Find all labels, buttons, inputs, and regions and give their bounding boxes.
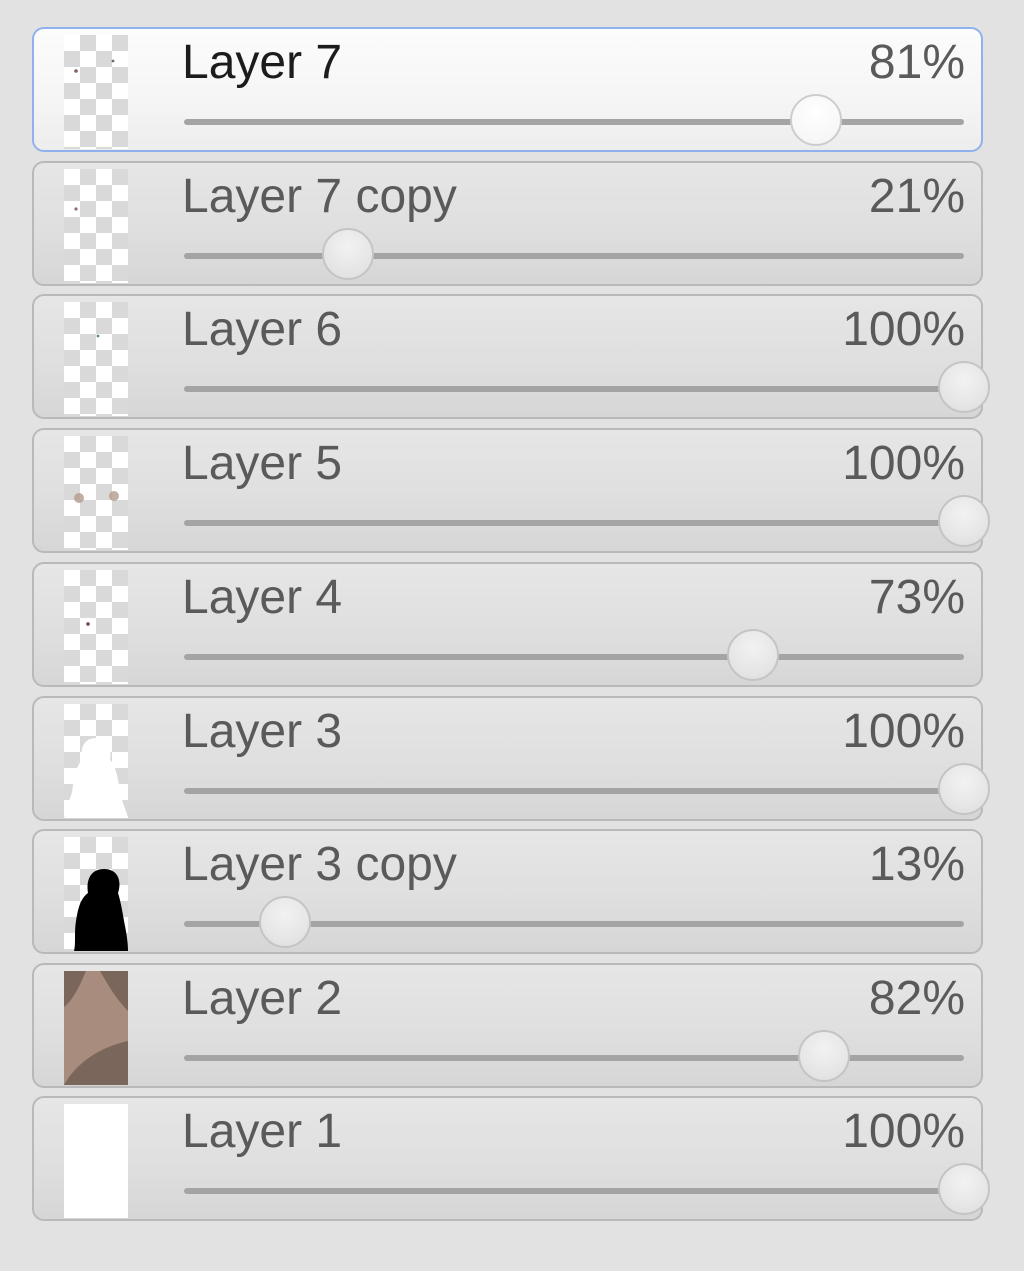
layer-name: Layer 7 (182, 36, 343, 89)
slider-track[interactable] (184, 520, 964, 526)
slider-thumb[interactable] (259, 896, 311, 948)
layer-name: Layer 3 copy (182, 838, 457, 891)
opacity-slider[interactable] (184, 763, 990, 815)
layer-row-layer-2[interactable]: Layer 2 82% (32, 963, 983, 1088)
layer-row-layer-3[interactable]: Layer 3 100% (32, 696, 990, 821)
layer-name: Layer 4 (182, 571, 343, 624)
slider-thumb[interactable] (938, 361, 990, 413)
slider-thumb[interactable] (938, 1163, 990, 1215)
opacity-value: 100% (842, 303, 965, 356)
layer-row-layer-7[interactable]: Layer 7 81% (32, 27, 983, 152)
opacity-value: 81% (868, 36, 965, 89)
slider-thumb[interactable] (790, 94, 842, 146)
layer-row-layer-7-copy[interactable]: Layer 7 copy 21% (32, 161, 983, 286)
layer-thumbnail (64, 837, 128, 951)
opacity-value: 13% (868, 838, 965, 891)
layer-thumbnail (64, 1104, 128, 1218)
layer-thumbnail (64, 35, 128, 149)
opacity-slider[interactable] (184, 629, 964, 681)
layer-thumbnail (64, 704, 128, 818)
slider-track[interactable] (184, 253, 964, 259)
layer-thumbnail (64, 169, 128, 283)
layer-thumbnail (64, 436, 128, 550)
opacity-value: 21% (868, 170, 965, 223)
layer-row-layer-1[interactable]: Layer 1 100% (32, 1096, 990, 1221)
opacity-value: 82% (868, 972, 965, 1025)
layer-row-layer-4[interactable]: Layer 4 73% (32, 562, 983, 687)
slider-thumb[interactable] (322, 228, 374, 280)
layer-row-layer-5[interactable]: Layer 5 100% (32, 428, 990, 553)
layer-thumbnail (64, 570, 128, 684)
slider-thumb[interactable] (938, 763, 990, 815)
layer-name: Layer 5 (182, 437, 343, 490)
opacity-slider[interactable] (184, 94, 964, 146)
slider-thumb[interactable] (938, 495, 990, 547)
slider-track[interactable] (184, 386, 964, 392)
layer-name: Layer 6 (182, 303, 343, 356)
slider-track[interactable] (184, 1188, 964, 1194)
layer-thumbnail (64, 302, 128, 416)
layer-thumbnail (64, 971, 128, 1085)
opacity-value: 100% (842, 437, 965, 490)
slider-track[interactable] (184, 654, 964, 660)
opacity-slider[interactable] (184, 896, 964, 948)
layer-name: Layer 1 (182, 1105, 343, 1158)
slider-track[interactable] (184, 119, 964, 125)
layer-row-layer-3-copy[interactable]: Layer 3 copy 13% (32, 829, 983, 954)
opacity-slider[interactable] (184, 228, 964, 280)
opacity-slider[interactable] (184, 1163, 990, 1215)
opacity-slider[interactable] (184, 361, 990, 413)
opacity-value: 100% (842, 705, 965, 758)
layer-name: Layer 7 copy (182, 170, 457, 223)
opacity-value: 73% (868, 571, 965, 624)
opacity-slider[interactable] (184, 1030, 964, 1082)
slider-track[interactable] (184, 788, 964, 794)
slider-thumb[interactable] (727, 629, 779, 681)
layers-panel: Layer 7 81% Layer 7 copy 21% Layer 6 100… (0, 0, 1024, 1271)
opacity-slider[interactable] (184, 495, 990, 547)
layer-name: Layer 3 (182, 705, 343, 758)
layer-name: Layer 2 (182, 972, 343, 1025)
opacity-value: 100% (842, 1105, 965, 1158)
layer-row-layer-6[interactable]: Layer 6 100% (32, 294, 990, 419)
slider-thumb[interactable] (798, 1030, 850, 1082)
